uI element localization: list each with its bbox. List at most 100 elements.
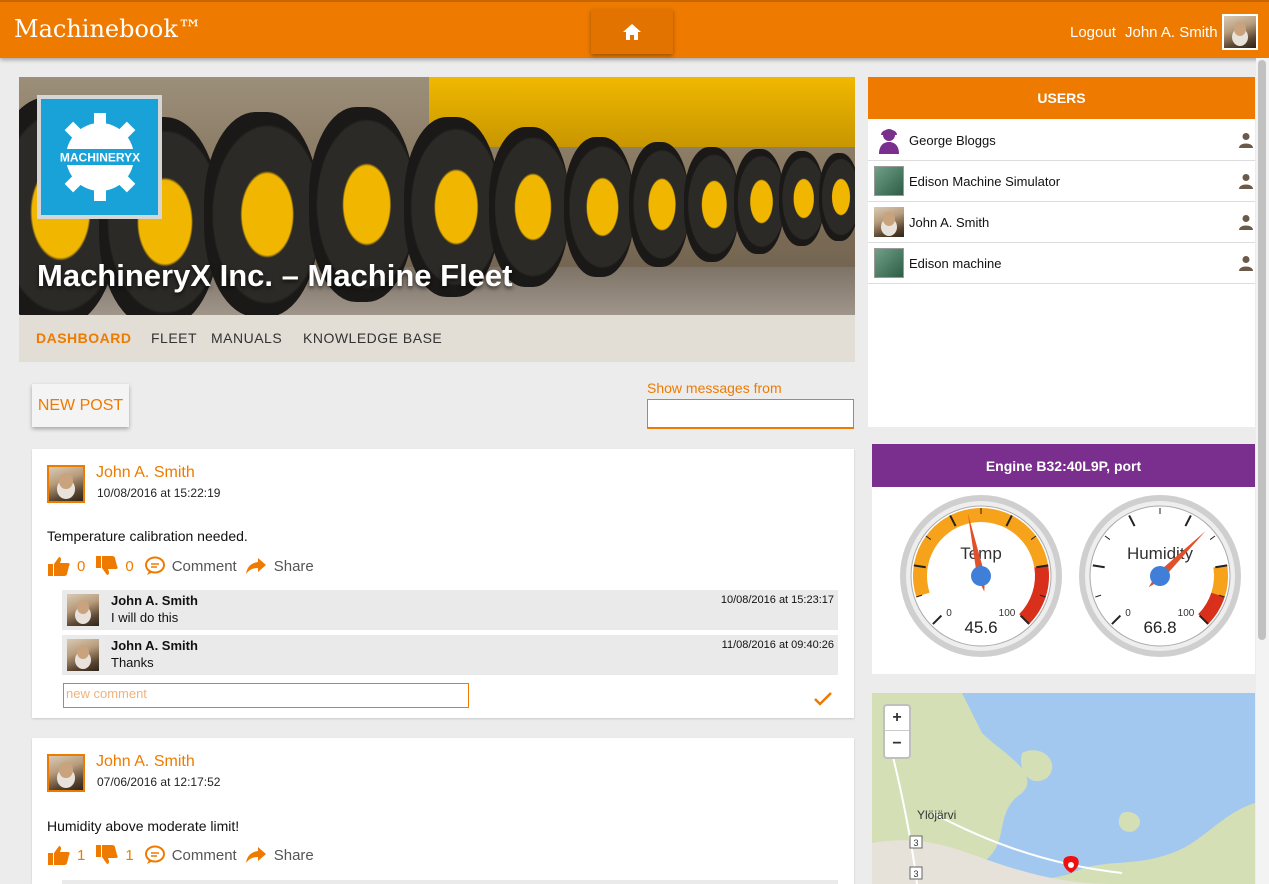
map-canvas[interactable]: 3 3 Ylöjärvi xyxy=(872,693,1255,884)
person-icon[interactable] xyxy=(1238,214,1254,230)
comment-icon[interactable] xyxy=(144,556,166,576)
post-author-name[interactable]: John A. Smith xyxy=(96,464,195,482)
machine-board-avatar xyxy=(874,248,904,278)
scrollbar-thumb[interactable] xyxy=(1258,60,1266,640)
tab-fleet[interactable]: FLEET xyxy=(151,330,197,346)
hero-tyre xyxy=(629,142,689,267)
hero-tyre xyxy=(734,149,784,254)
gauge-min: 0 xyxy=(1125,608,1131,619)
gauge-label: Temp xyxy=(960,544,1002,563)
brand-logo[interactable]: Machinebook™ xyxy=(14,15,202,43)
machine-board-avatar xyxy=(874,166,904,196)
gauge-hub xyxy=(971,566,991,586)
user-avatar xyxy=(874,207,904,237)
logo-text: MACHINERYX xyxy=(59,151,139,165)
tab-manuals[interactable]: MANUALS xyxy=(211,330,282,346)
map-place-label: Ylöjärvi xyxy=(917,808,956,822)
user-name: Edison machine xyxy=(909,256,1002,271)
share-button[interactable]: Share xyxy=(274,558,314,575)
post-date: 07/06/2016 at 12:17:52 xyxy=(97,775,221,789)
users-panel-title: USERS xyxy=(868,77,1255,119)
tab-dashboard[interactable]: DASHBOARD xyxy=(36,330,132,346)
post-card: John A. Smith 10/08/2016 at 15:22:19 Tem… xyxy=(32,449,854,718)
gauge-value: 45.6 xyxy=(964,618,997,637)
share-icon[interactable] xyxy=(245,846,267,864)
comment-text: I will do this xyxy=(111,610,179,625)
gauge-max: 100 xyxy=(999,608,1016,619)
page-title: MachineryX Inc. – Machine Fleet xyxy=(37,258,513,293)
thumbs-up-icon[interactable] xyxy=(47,556,71,576)
gauge-hub xyxy=(1150,566,1170,586)
user-list-item[interactable]: Edison Machine Simulator xyxy=(868,161,1255,202)
comment-item: John A. Smith Thanks 11/08/2016 at 09:40… xyxy=(62,635,838,675)
person-icon[interactable] xyxy=(1238,173,1254,189)
person-icon[interactable] xyxy=(1238,255,1254,271)
section-nav: DASHBOARD FLEET MANUALS KNOWLEDGE BASE xyxy=(19,315,855,362)
share-button[interactable]: Share xyxy=(274,847,314,864)
home-icon xyxy=(623,23,641,40)
gauge-min: 0 xyxy=(946,608,952,619)
post-author-avatar[interactable] xyxy=(47,465,85,503)
comment-date: 10/08/2016 at 15:23:17 xyxy=(720,594,834,606)
home-button[interactable] xyxy=(591,9,673,54)
thumbs-up-icon[interactable] xyxy=(47,845,71,865)
hero-tyre xyxy=(564,137,634,277)
dislike-count: 0 xyxy=(125,557,134,575)
post-text: Humidity above moderate limit! xyxy=(47,818,240,834)
map-widget[interactable]: 3 3 Ylöjärvi + − xyxy=(872,693,1255,884)
comment-button[interactable]: Comment xyxy=(172,847,237,864)
post-author-avatar[interactable] xyxy=(47,754,85,792)
road-number: 3 xyxy=(913,838,918,848)
like-count: 1 xyxy=(77,846,86,864)
show-messages-label: Show messages from xyxy=(647,380,782,396)
hero-tyre xyxy=(684,147,739,262)
user-list-item[interactable]: Edison machine xyxy=(868,243,1255,284)
new-post-button[interactable]: NEW POST xyxy=(32,384,129,427)
comment-author-name[interactable]: John A. Smith xyxy=(111,593,198,608)
post-actions: 1 1 Comment Share xyxy=(47,844,314,866)
logout-link[interactable]: Logout xyxy=(1070,24,1116,41)
comment-item-partial xyxy=(62,880,838,884)
user-name: George Bloggs xyxy=(909,133,996,148)
comment-author-avatar[interactable] xyxy=(67,594,99,626)
comment-text: Thanks xyxy=(111,655,154,670)
post-date: 10/08/2016 at 15:22:19 xyxy=(97,486,221,500)
zoom-out-button[interactable]: − xyxy=(885,731,909,756)
users-panel: USERS George Bloggs Edison Machine Simul… xyxy=(868,77,1255,427)
gauge-range-band xyxy=(1211,565,1228,598)
comment-author-avatar[interactable] xyxy=(67,639,99,671)
user-list-item[interactable]: George Bloggs xyxy=(868,120,1255,161)
show-messages-input[interactable] xyxy=(647,399,854,429)
user-list-item[interactable]: John A. Smith xyxy=(868,202,1255,243)
engine-panel: Engine B32:40L9P, port Temp 0 100 45.6 H… xyxy=(872,444,1255,674)
company-logo: MACHINERYX xyxy=(37,95,162,219)
hero-tyre xyxy=(779,151,824,246)
gauge-max: 100 xyxy=(1178,608,1195,619)
thumbs-down-icon[interactable] xyxy=(95,556,119,576)
gear-icon: MACHINERYX xyxy=(51,113,148,201)
current-user-avatar[interactable] xyxy=(1222,14,1258,50)
person-icon[interactable] xyxy=(1238,132,1254,148)
post-card: John A. Smith 07/06/2016 at 12:17:52 Hum… xyxy=(32,738,854,884)
submit-comment-check-icon[interactable] xyxy=(813,691,833,707)
thumbs-down-icon[interactable] xyxy=(95,845,119,865)
tab-knowledge-base[interactable]: KNOWLEDGE BASE xyxy=(303,330,442,346)
like-count: 0 xyxy=(77,557,86,575)
comment-icon[interactable] xyxy=(144,845,166,865)
comment-author-name[interactable]: John A. Smith xyxy=(111,638,198,653)
post-actions: 0 0 Comment Share xyxy=(47,555,314,577)
new-comment-input[interactable]: new comment xyxy=(63,683,469,708)
gauge-value: 66.8 xyxy=(1143,618,1176,637)
temp-gauge: Temp 0 100 45.6 xyxy=(900,495,1062,657)
zoom-in-button[interactable]: + xyxy=(885,706,909,731)
current-user-name[interactable]: John A. Smith xyxy=(1125,24,1218,41)
comment-date: 11/08/2016 at 09:40:26 xyxy=(721,639,834,651)
user-name: John A. Smith xyxy=(909,215,990,230)
comment-button[interactable]: Comment xyxy=(172,558,237,575)
map-zoom-control: + − xyxy=(883,704,911,759)
share-icon[interactable] xyxy=(245,557,267,575)
hero-truck-body xyxy=(429,77,855,147)
road-number: 3 xyxy=(913,869,918,879)
post-author-name[interactable]: John A. Smith xyxy=(96,753,195,771)
comment-item: John A. Smith I will do this 10/08/2016 … xyxy=(62,590,838,630)
